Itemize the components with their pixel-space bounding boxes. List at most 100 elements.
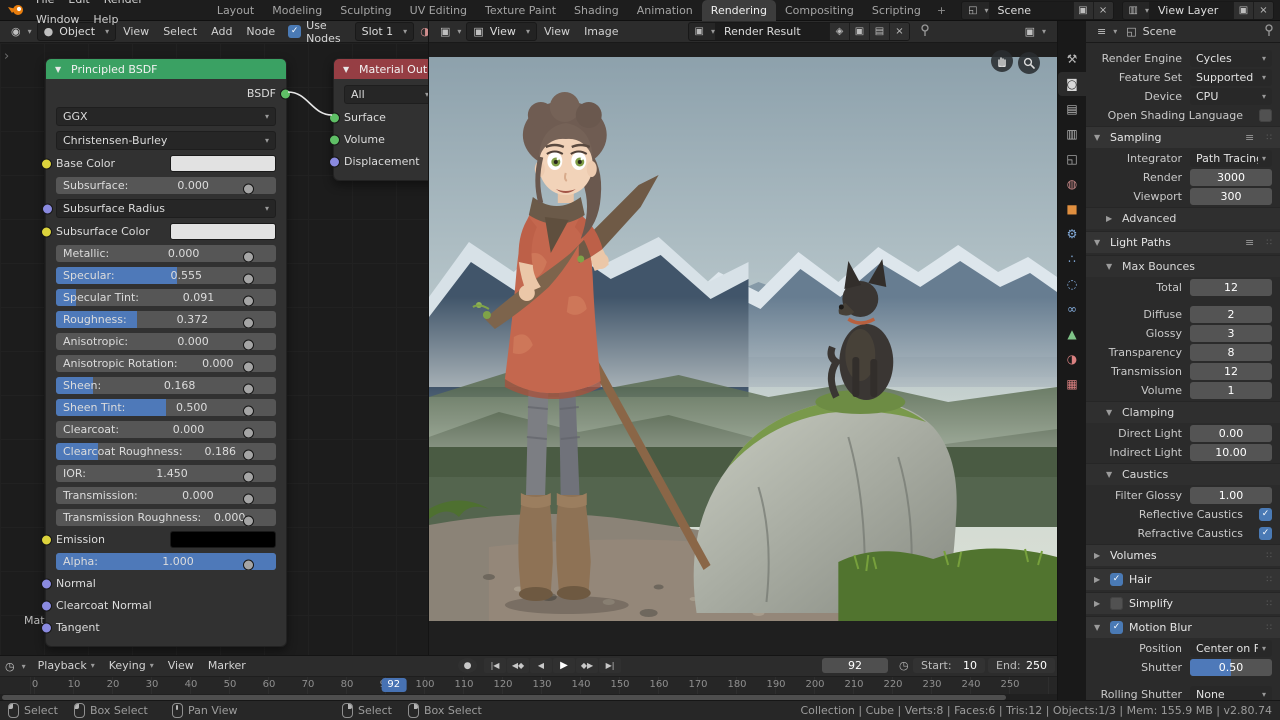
panel-toggle-icon[interactable]: ▶ (1106, 214, 1116, 223)
new-view-layer-button[interactable]: ▣ (1233, 2, 1253, 19)
input-socket-transmission[interactable] (243, 493, 254, 504)
panel-toggle-icon[interactable]: ▼ (1094, 623, 1104, 632)
menu-add[interactable]: Add (204, 22, 239, 42)
menu-image[interactable]: Image (577, 22, 625, 42)
node-slider-clearcoat-roughness[interactable]: Clearcoat Roughness:0.186 (56, 443, 276, 460)
panel-max-bounces[interactable]: ▼Max Bounces (1086, 255, 1280, 277)
material-output-header[interactable]: ▼ Material Out (334, 59, 428, 79)
widget-total[interactable]: 12 (1190, 279, 1272, 296)
input-socket-clearcoat[interactable] (243, 427, 254, 438)
menu-playback[interactable]: Playback▾ (31, 656, 102, 676)
fake-user-shield-icon[interactable]: ◈ (829, 23, 849, 40)
input-socket-tangent[interactable] (41, 622, 52, 633)
menu-marker[interactable]: Marker (201, 656, 253, 676)
panel-sampling[interactable]: ▼Sampling≡∷ (1086, 126, 1280, 148)
checkbox-hair[interactable]: ✓ (1110, 573, 1123, 586)
node-enum-subsurface-radius[interactable]: Subsurface Radius▾ (56, 199, 276, 218)
checkbox-motion-blur[interactable]: ✓ (1110, 621, 1123, 634)
frame-ruler[interactable]: 0102030405060708090100110120130140150160… (0, 677, 1057, 694)
menu-render[interactable]: Render (97, 0, 150, 10)
editor-type-selector[interactable]: ▣ ▾ (435, 25, 466, 38)
panel-toggle-icon[interactable]: ▶ (1094, 551, 1104, 560)
node-slider-specular-tint[interactable]: Specular Tint:0.091 (56, 289, 276, 306)
widget-glossy[interactable]: 3 (1190, 325, 1272, 342)
prev-frame-button[interactable]: ◀ (530, 658, 552, 673)
node-slider-transmission-roughness[interactable]: Transmission Roughness:0.000 (56, 509, 276, 526)
widget-transmission[interactable]: 12 (1190, 363, 1272, 380)
menu-edit[interactable]: Edit (61, 0, 96, 10)
input-socket-base-color[interactable] (41, 158, 52, 169)
input-socket-volume[interactable] (329, 134, 340, 145)
properties-tab-scene[interactable]: ◱ (1058, 147, 1086, 171)
presets-icon[interactable]: ≡ (1245, 131, 1254, 144)
color-swatch[interactable] (170, 223, 276, 240)
menu-window[interactable]: Window (29, 10, 86, 30)
menu-keying[interactable]: Keying▾ (102, 656, 161, 676)
widget-integrator[interactable]: Path Tracing▾ (1190, 150, 1272, 167)
pin-icon[interactable] (1264, 24, 1274, 39)
widget-shutter[interactable]: 0.50 (1190, 659, 1272, 676)
image-canvas[interactable] (429, 43, 1057, 655)
input-socket-specular-tint[interactable] (243, 295, 254, 306)
tab-texture-paint[interactable]: Texture Paint (476, 0, 565, 21)
jump-to-end-button[interactable]: ▶| (599, 658, 621, 673)
node-slider-anisotropic[interactable]: Anisotropic:0.000 (56, 333, 276, 350)
node-enum-christensen-burley[interactable]: Christensen-Burley▾ (56, 131, 276, 150)
panel-motion-blur[interactable]: ▼✓Motion Blur∷ (1086, 616, 1280, 638)
presets-icon[interactable]: ≡ (1245, 236, 1254, 249)
properties-tab-object-data[interactable]: ▲ (1058, 322, 1086, 346)
use-nodes-toggle[interactable]: ✓ Use Nodes (288, 19, 340, 45)
input-socket-sheen-tint[interactable] (243, 405, 254, 416)
widget-rolling-shutter[interactable]: None▾ (1190, 686, 1272, 700)
properties-tab-modifiers[interactable]: ⚙ (1058, 222, 1086, 246)
input-socket-emission[interactable] (41, 534, 52, 545)
panel-toggle-icon[interactable]: ▶ (1094, 599, 1104, 608)
input-socket-anisotropic-rotation[interactable] (243, 361, 254, 372)
widget-feature-set[interactable]: Supported▾ (1190, 69, 1272, 86)
collapse-icon[interactable]: ▼ (343, 65, 353, 74)
widget-render[interactable]: 3000 (1190, 169, 1272, 186)
widget-device[interactable]: CPU▾ (1190, 88, 1272, 105)
input-socket-subsurface-color[interactable] (41, 226, 52, 237)
panel-advanced[interactable]: ▶Advanced (1086, 207, 1280, 229)
prev-keyframe-button[interactable]: ◀◆ (507, 658, 529, 673)
panel-light-paths[interactable]: ▼Light Paths≡∷ (1086, 231, 1280, 253)
open-image-button[interactable]: ▤ (869, 23, 889, 40)
node-enum-ggx[interactable]: GGX▾ (56, 107, 276, 126)
output-socket-bsdf[interactable] (280, 88, 291, 99)
current-frame-field[interactable]: 92 (822, 658, 888, 673)
scene-name[interactable]: Scene (989, 2, 1073, 19)
zoom-view-button[interactable] (1018, 52, 1040, 74)
node-enum-all[interactable]: All▾ (344, 85, 428, 104)
input-socket-metallic[interactable] (243, 251, 254, 262)
tab-rendering[interactable]: Rendering (702, 0, 776, 21)
editor-type-selector[interactable]: ◷ ▾ (0, 660, 31, 673)
menu-view[interactable]: View (161, 656, 201, 676)
view-layer-selector[interactable]: ▥ ▾ View Layer ▣ × (1122, 1, 1274, 20)
play-button[interactable]: ▶ (553, 658, 575, 673)
node-slider-transmission[interactable]: Transmission:0.000 (56, 487, 276, 504)
node-slider-subsurface[interactable]: Subsurface:0.000 (56, 177, 276, 194)
blender-logo[interactable] (7, 4, 24, 16)
input-socket-ior[interactable] (243, 471, 254, 482)
checkbox-refractive-caustics[interactable]: ✓ (1259, 527, 1272, 540)
properties-tab-constraints[interactable]: ∞ (1058, 297, 1086, 321)
widget-position[interactable]: Center on Frame▾ (1190, 640, 1272, 657)
new-image-button[interactable]: ▣ (849, 23, 869, 40)
color-swatch[interactable] (170, 531, 276, 548)
tab-sculpting[interactable]: Sculpting (331, 0, 400, 21)
view-layer-name[interactable]: View Layer (1149, 2, 1233, 19)
widget-render-engine[interactable]: Cycles▾ (1190, 50, 1272, 67)
node-canvas[interactable]: › ▼ Principled BSDF BSDFGGX▾Christensen-… (0, 43, 428, 655)
properties-tab-texture[interactable]: ▦ (1058, 372, 1086, 396)
panel-simplify[interactable]: ▶Simplify∷ (1086, 592, 1280, 614)
tab-layout[interactable]: Layout (208, 0, 263, 21)
properties-tab-physics[interactable]: ◌ (1058, 272, 1086, 296)
panel-clamping[interactable]: ▼Clamping (1086, 401, 1280, 423)
input-socket-sheen[interactable] (243, 383, 254, 394)
properties-tab-tool[interactable]: ⚒ (1058, 47, 1086, 71)
panel-toggle-icon[interactable]: ▼ (1106, 262, 1116, 271)
material-output-node[interactable]: ▼ Material Out All▾SurfaceVolumeDisplace… (333, 58, 428, 181)
node-slider-sheen[interactable]: Sheen:0.168 (56, 377, 276, 394)
properties-tab-particles[interactable]: ∴ (1058, 247, 1086, 271)
